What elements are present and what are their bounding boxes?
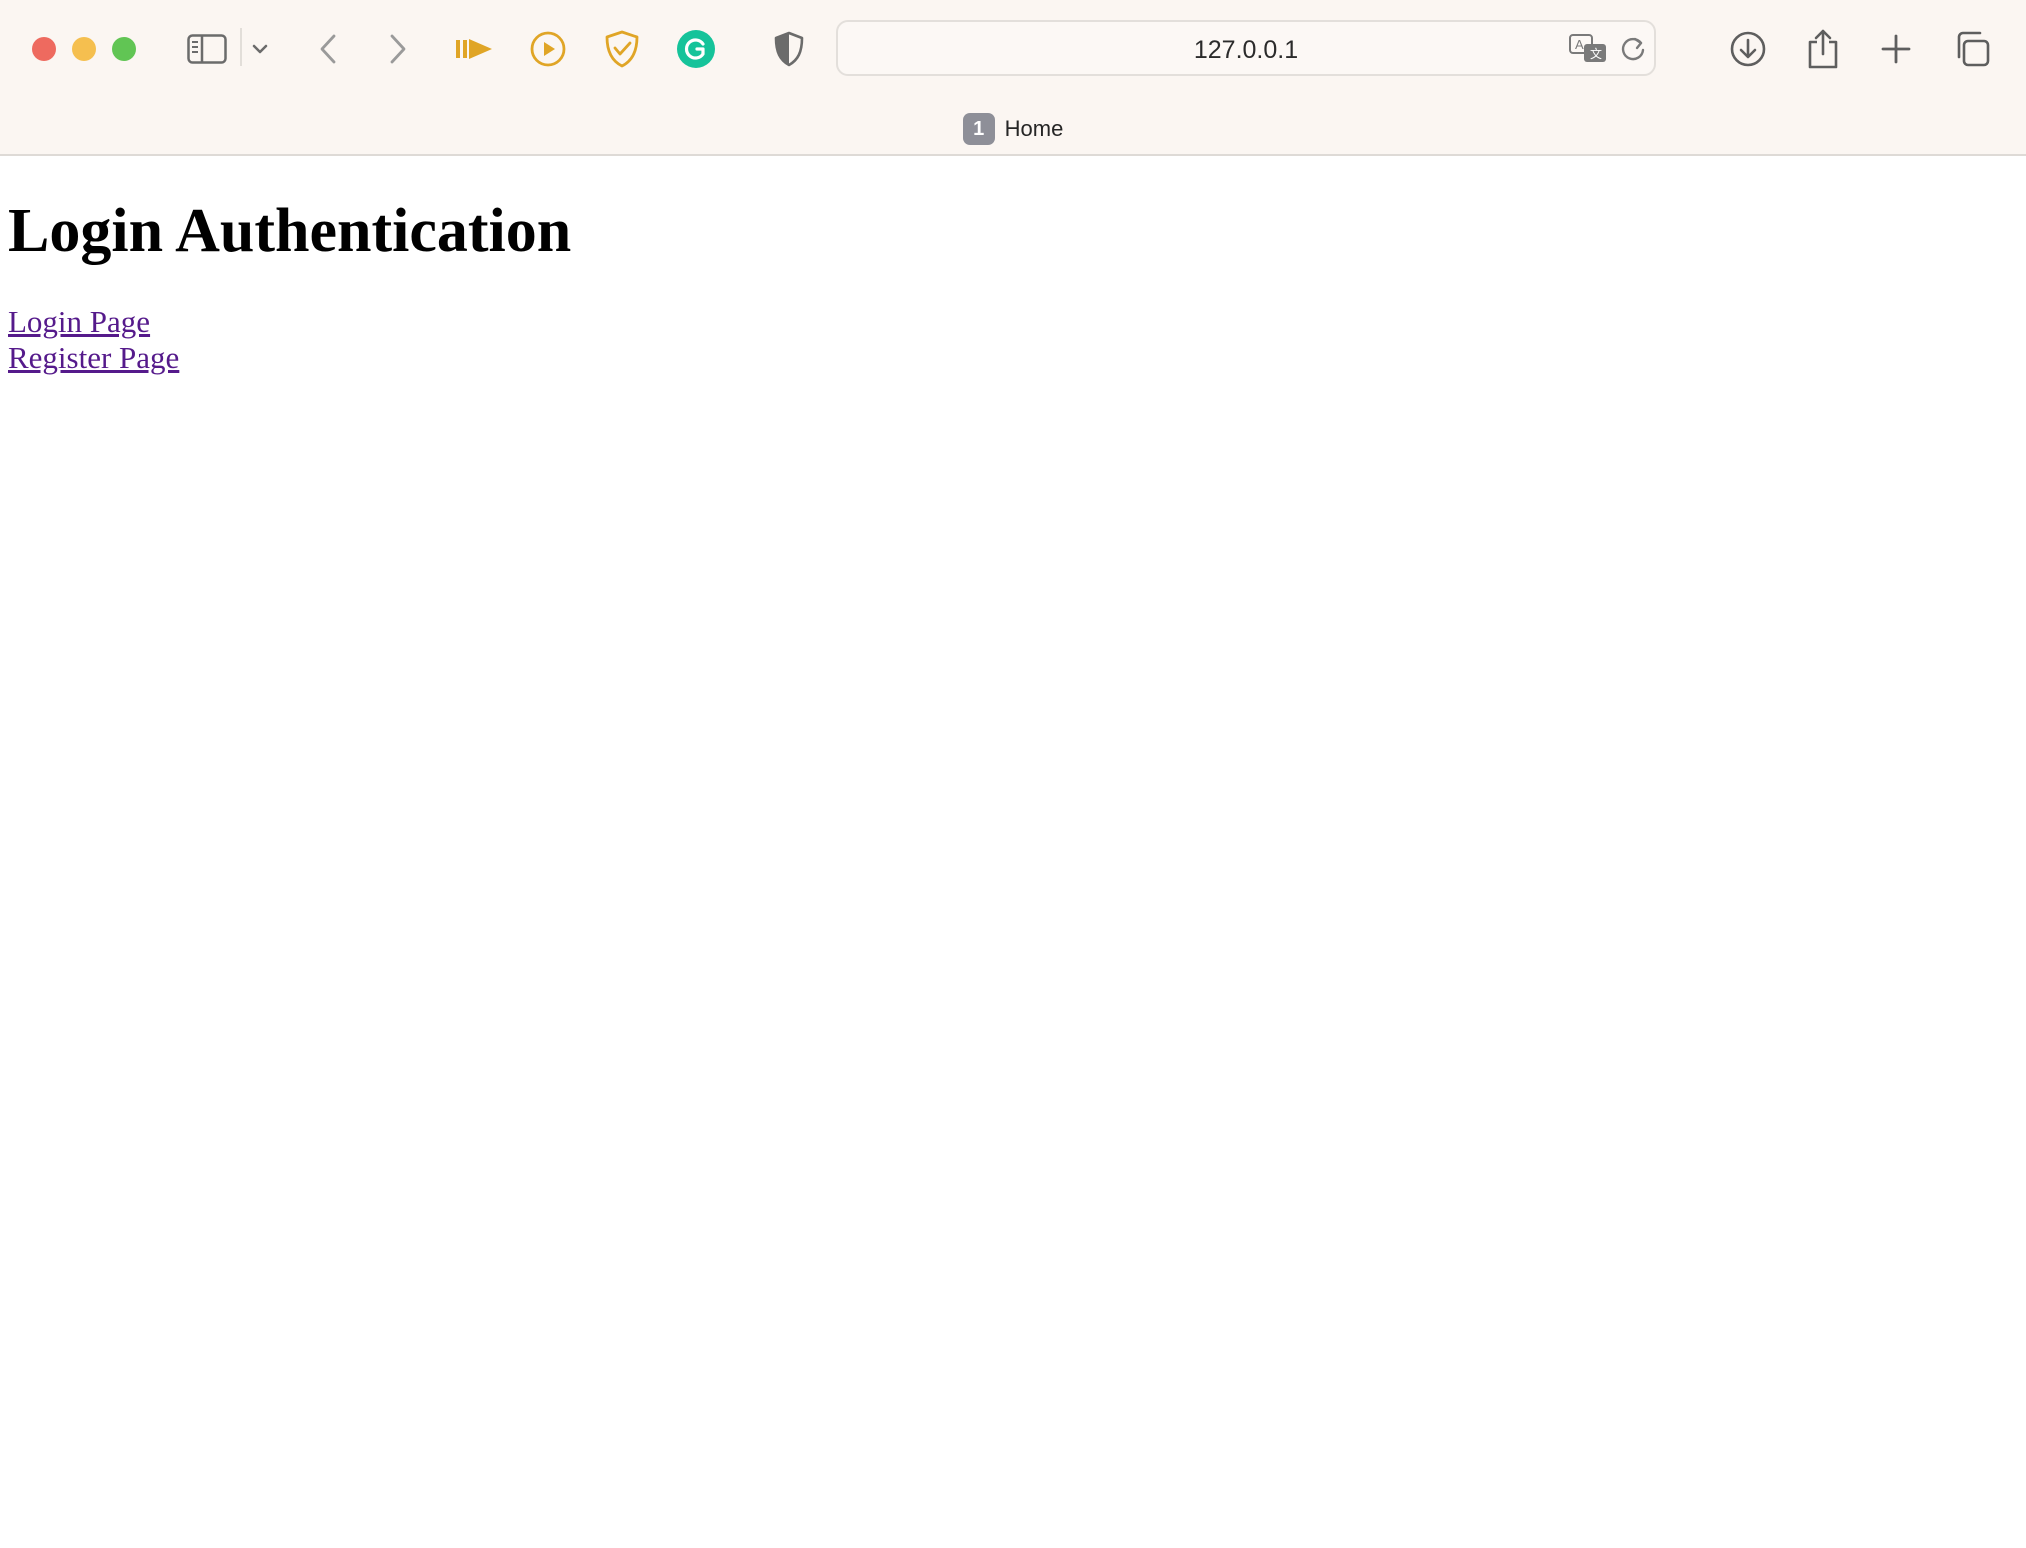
svg-text:A: A xyxy=(1575,37,1584,52)
close-window-button[interactable] xyxy=(32,37,56,61)
play-extension-icon[interactable] xyxy=(522,23,574,75)
tab-overview-icon[interactable] xyxy=(1946,23,1998,75)
minimize-window-button[interactable] xyxy=(72,37,96,61)
login-page-link[interactable]: Login Page xyxy=(8,304,2026,340)
page-content: Login Authentication Login Page Register… xyxy=(8,156,2026,1548)
browser-toolbar: 127.0.0.1 A 文 1 Home xyxy=(0,0,2026,156)
tab-home[interactable]: 1 Home xyxy=(962,113,1064,145)
svg-text:文: 文 xyxy=(1590,46,1602,61)
download-icon[interactable] xyxy=(1722,23,1774,75)
sidebar-toggle-icon[interactable] xyxy=(181,23,233,75)
tab-bar: 1 Home xyxy=(0,108,2026,150)
tab-title: Home xyxy=(1004,116,1064,141)
address-bar[interactable]: 127.0.0.1 A 文 xyxy=(836,20,1656,76)
reload-icon[interactable] xyxy=(1618,34,1648,64)
maximize-window-button[interactable] xyxy=(112,37,136,61)
new-tab-icon[interactable] xyxy=(1870,23,1922,75)
register-page-link[interactable]: Register Page xyxy=(8,340,2026,376)
chevron-down-icon[interactable] xyxy=(234,23,286,75)
translate-icon[interactable]: A 文 xyxy=(1568,32,1608,66)
url-text[interactable]: 127.0.0.1 xyxy=(838,22,1654,78)
back-arrow-icon[interactable] xyxy=(302,23,354,75)
privacy-shield-icon[interactable] xyxy=(763,23,815,75)
share-icon[interactable] xyxy=(1797,23,1849,75)
grammarly-icon[interactable] xyxy=(670,23,722,75)
tab-index-badge: 1 xyxy=(962,113,995,145)
shield-check-icon[interactable] xyxy=(596,23,648,75)
forward-arrow-icon[interactable] xyxy=(372,23,424,75)
page-title: Login Authentication xyxy=(8,197,572,265)
audio-extension-icon[interactable] xyxy=(448,23,500,75)
